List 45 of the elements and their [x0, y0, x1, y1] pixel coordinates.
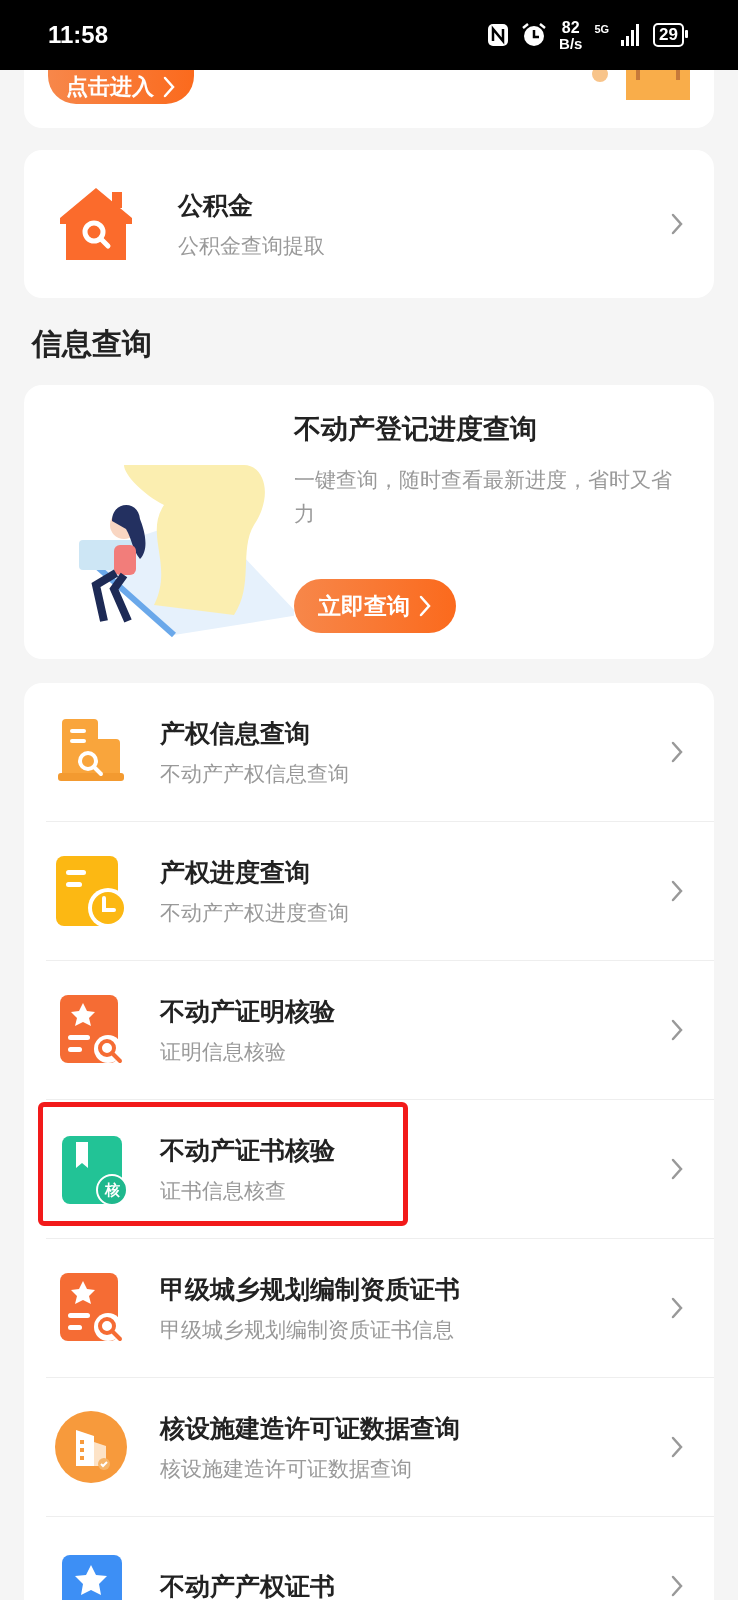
chevron-right-icon	[418, 594, 432, 618]
banner-description: 一键查询，随时查看最新进度，省时又省力	[294, 467, 673, 528]
fund-title: 公积金	[178, 189, 254, 222]
fund-subtitle: 公积金查询提取	[178, 232, 326, 260]
service-title: 产权信息查询	[160, 717, 311, 750]
service-title: 不动产证明核验	[160, 995, 336, 1028]
service-subtitle: 不动产产权信息查询	[160, 760, 350, 788]
banner-title: 不动产登记进度查询	[294, 412, 538, 446]
service-item[interactable]: 核设施建造许可证数据查询 核设施建造许可证数据查询	[46, 1378, 714, 1517]
service-item[interactable]: 不动产证明核验 证明信息核验	[46, 961, 714, 1100]
service-item[interactable]: 核 不动产证书核验 证书信息核查	[46, 1100, 714, 1239]
service-subtitle: 核设施建造许可证数据查询	[160, 1455, 413, 1483]
chevron-right-icon	[670, 1157, 684, 1181]
service-title: 不动产证书核验	[160, 1134, 336, 1167]
service-subtitle: 甲级城乡规划编制资质证书信息	[160, 1316, 455, 1344]
status-time: 11:58	[48, 21, 110, 49]
chevron-right-icon	[670, 212, 684, 236]
service-subtitle: 证明信息核验	[160, 1038, 287, 1066]
chevron-right-icon	[670, 1435, 684, 1459]
service-item[interactable]: 甲级城乡规划编制资质证书 甲级城乡规划编制资质证书信息	[46, 1239, 714, 1378]
service-subtitle: 不动产产权进度查询	[160, 899, 350, 927]
chevron-right-icon	[670, 1296, 684, 1320]
service-item[interactable]: 产权信息查询 不动产产权信息查询	[46, 683, 714, 822]
nfc-icon	[487, 23, 510, 47]
chevron-right-icon	[670, 1018, 684, 1042]
service-subtitle: 证书信息核查	[160, 1177, 287, 1205]
chevron-right-icon	[162, 75, 176, 99]
service-item[interactable]: 不动产产权证书	[46, 1517, 714, 1600]
service-title: 不动产产权证书	[160, 1570, 336, 1600]
network-type: 5G	[594, 23, 610, 35]
signal-icon	[621, 24, 642, 46]
service-title: 核设施建造许可证数据查询	[160, 1412, 461, 1445]
alarm-clock-icon	[521, 22, 548, 48]
chevron-right-icon	[670, 1574, 684, 1598]
service-title: 产权进度查询	[160, 856, 311, 889]
housing-fund-card[interactable]: 公积金 公积金查询提取	[24, 150, 714, 298]
chevron-right-icon	[670, 740, 684, 764]
network-speed-unit: B/s	[559, 35, 583, 51]
network-speed: 82	[561, 19, 580, 36]
service-item[interactable]: 产权进度查询 不动产产权进度查询	[46, 822, 714, 961]
section-title: 信息查询	[32, 325, 153, 363]
badge: 核	[96, 1174, 128, 1206]
building-icon	[52, 1408, 130, 1486]
chevron-right-icon	[670, 879, 684, 903]
service-title: 甲级城乡规划编制资质证书	[160, 1273, 461, 1306]
